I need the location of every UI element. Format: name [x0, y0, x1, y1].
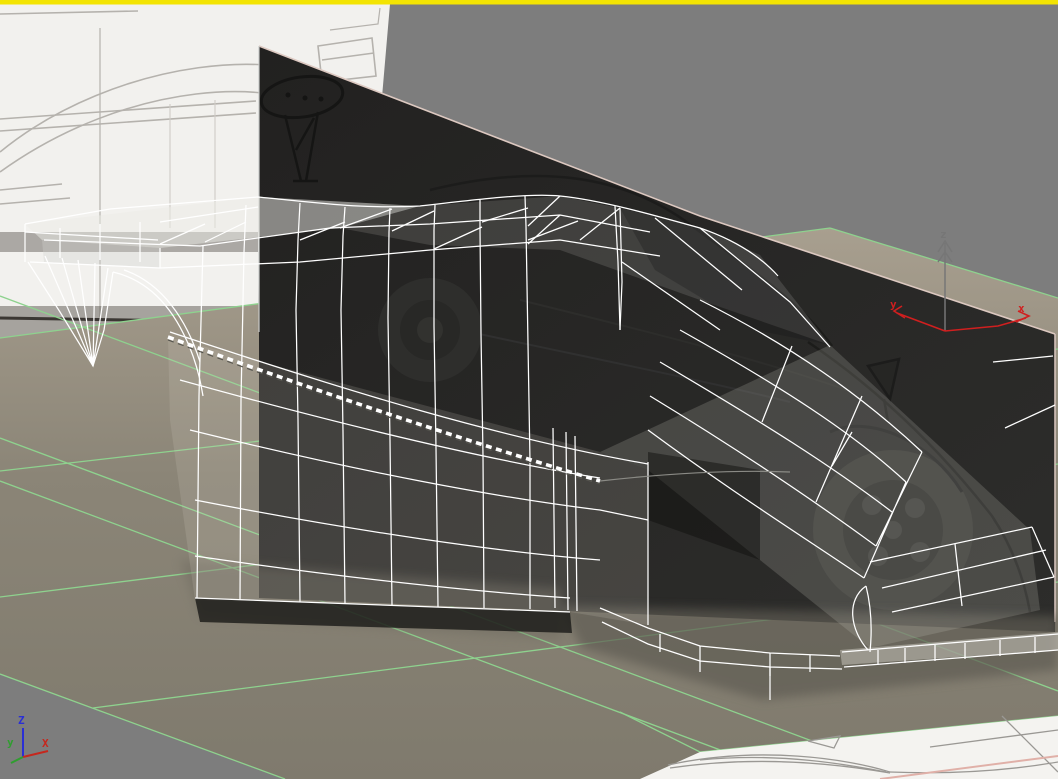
viewport-3d[interactable]: z y x Z X y	[0, 0, 1058, 779]
gizmo-z-label: z	[940, 228, 947, 241]
active-viewport-border	[0, 0, 1058, 5]
gizmo-y-label: y	[890, 298, 897, 311]
world-x-label: X	[42, 737, 49, 750]
world-y-label: y	[7, 736, 14, 749]
gizmo-x-label: x	[1018, 302, 1025, 315]
viewport-canvas[interactable]: z y x Z X y	[0, 0, 1058, 779]
world-z-label: Z	[18, 714, 25, 727]
